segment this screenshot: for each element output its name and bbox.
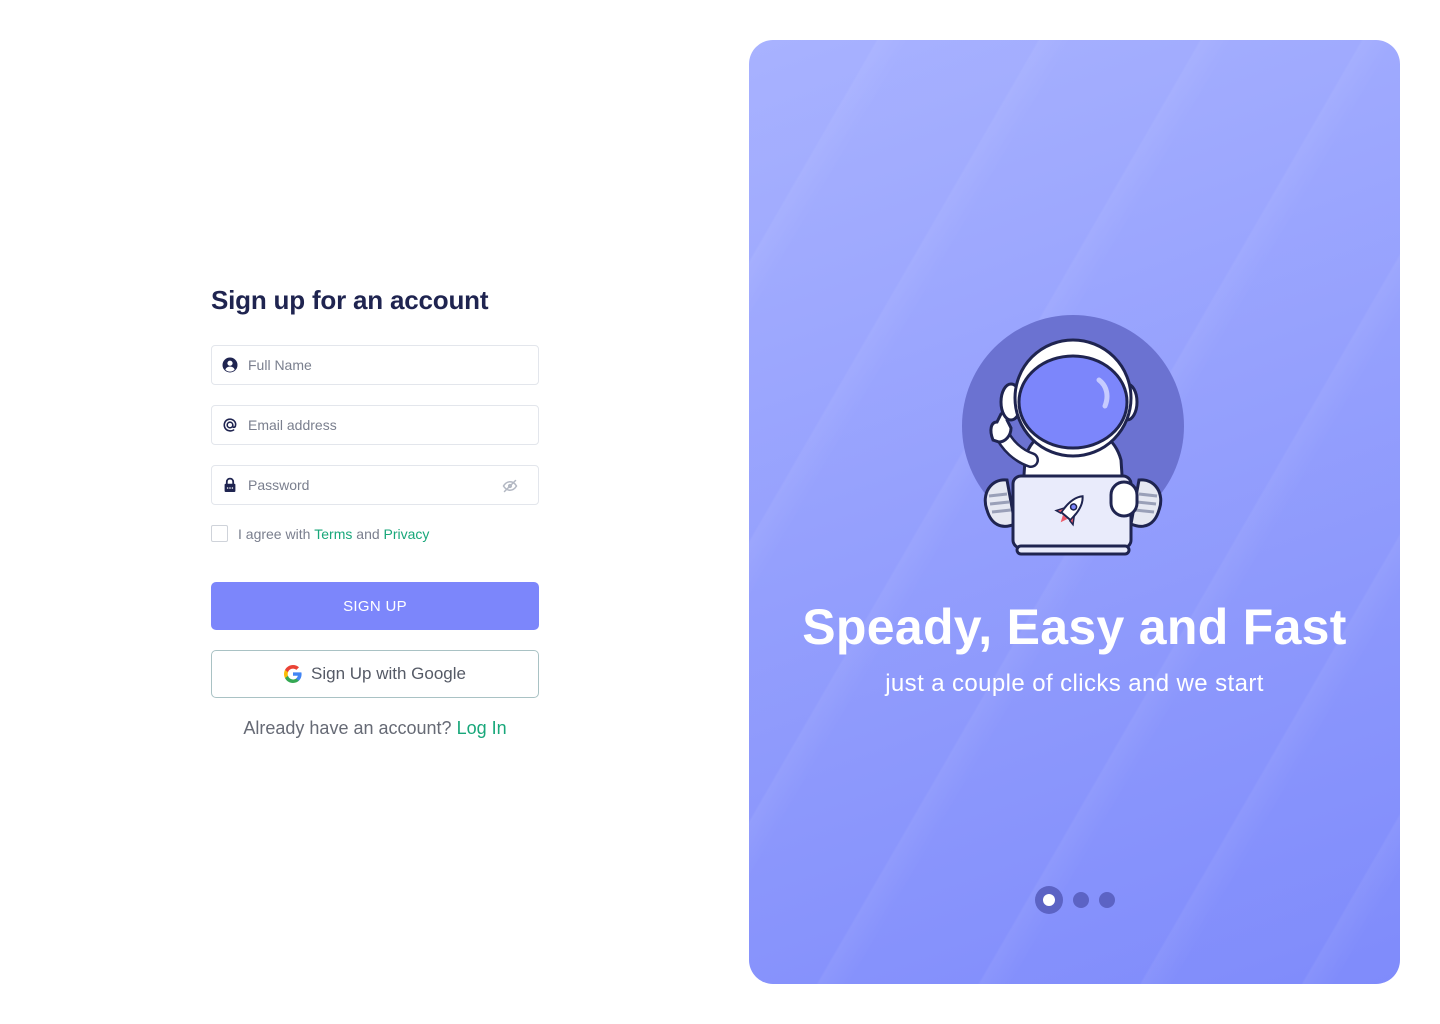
- carousel-indicators: [1035, 886, 1115, 914]
- at-icon: [222, 417, 238, 433]
- agree-and: and: [356, 525, 380, 542]
- carousel-dot-1[interactable]: [1035, 886, 1063, 914]
- login-prompt: Already have an account? Log In: [211, 718, 539, 739]
- google-button-label: Sign Up with Google: [311, 664, 466, 683]
- sign-up-button[interactable]: SIGN UP: [211, 582, 539, 630]
- terms-link[interactable]: Terms: [314, 526, 352, 542]
- full-name-input[interactable]: [248, 346, 498, 384]
- google-sign-up-button[interactable]: Sign Up with Google: [211, 650, 539, 698]
- astronaut-laptop-illustration: [949, 310, 1209, 570]
- login-prompt-text: Already have an account?: [243, 718, 452, 738]
- password-field[interactable]: [211, 465, 539, 505]
- terms-agreement: I agree with Terms and Privacy: [211, 525, 429, 542]
- user-icon: [222, 357, 238, 373]
- hero-panel: Speady, Easy and Fast just a couple of c…: [749, 40, 1400, 984]
- agree-prefix: I agree with: [238, 525, 311, 542]
- hero-subtitle: just a couple of clicks and we start: [885, 670, 1264, 697]
- carousel-dot-3[interactable]: [1099, 892, 1115, 908]
- password-input[interactable]: [248, 466, 498, 504]
- agree-checkbox[interactable]: [211, 525, 228, 542]
- privacy-link[interactable]: Privacy: [384, 526, 430, 542]
- carousel-dot-2[interactable]: [1073, 892, 1089, 908]
- hero-headline: Speady, Easy and Fast: [802, 599, 1347, 655]
- full-name-field[interactable]: [211, 345, 539, 385]
- email-input[interactable]: [248, 406, 498, 444]
- eye-off-icon[interactable]: [502, 478, 518, 494]
- signup-form: Sign up for an account Full Name Email a…: [211, 284, 539, 738]
- email-field[interactable]: [211, 405, 539, 445]
- lock-icon: [222, 477, 238, 493]
- page-title: Sign up for an account: [211, 285, 489, 315]
- log-in-link[interactable]: Log In: [457, 718, 507, 738]
- google-logo-icon: [284, 665, 302, 683]
